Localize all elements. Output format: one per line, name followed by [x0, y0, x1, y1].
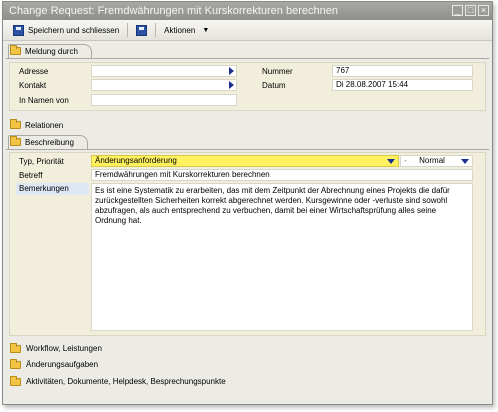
meldung-section-label: Meldung durch: [25, 46, 78, 56]
datum-value: Di 28.08.2007 15:44: [336, 80, 409, 89]
bemerkungen-textarea[interactable]: Es ist eine Systematik zu erarbeiten, da…: [91, 183, 473, 331]
in-namen-field[interactable]: [91, 94, 237, 106]
chevron-down-icon[interactable]: [387, 159, 395, 164]
aktivitaeten-section-header[interactable]: Aktivitäten, Dokumente, Helpdesk, Bespre…: [10, 375, 226, 386]
toolbar-separator: [155, 23, 157, 37]
meldung-section-header[interactable]: Meldung durch: [10, 44, 78, 58]
save-close-label: Speichern und schliessen: [28, 25, 120, 35]
arrow-right-icon[interactable]: [229, 81, 234, 89]
chevron-down-icon: ▼: [202, 26, 210, 34]
save-disk-icon: [13, 24, 24, 36]
relationen-section-header[interactable]: Relationen: [10, 118, 63, 132]
meldung-panel: Adresse Kontakt In Namen von Nummer 767 …: [9, 62, 486, 111]
actions-menu-button[interactable]: Aktionen ▼: [160, 22, 213, 39]
folder-icon: [10, 375, 21, 386]
toolbar: Speichern und schliessen Aktionen ▼: [3, 20, 492, 41]
betreff-value: Fremdwährungen mit Kurskorrekturen berec…: [95, 170, 270, 179]
workflow-section-header[interactable]: Workflow, Leistungen: [10, 342, 102, 353]
aenderungsaufgaben-section-label: Änderungsaufgaben: [26, 360, 99, 369]
adresse-field[interactable]: [91, 65, 237, 77]
beschreibung-section-header[interactable]: Beschreibung: [10, 135, 74, 149]
typ-label: Typ, Priorität: [19, 157, 64, 166]
priority-dash: -: [404, 156, 407, 165]
datum-label: Datum: [262, 81, 286, 90]
relationen-section-label: Relationen: [25, 120, 64, 130]
in-namen-label: In Namen von: [19, 96, 69, 105]
betreff-field[interactable]: Fremdwährungen mit Kurskorrekturen berec…: [91, 169, 473, 181]
beschreibung-panel: Typ, Priorität Änderungsanforderung - No…: [9, 152, 486, 336]
close-button[interactable]: ×: [478, 5, 489, 16]
folder-open-icon: [10, 45, 21, 55]
save-close-button[interactable]: Speichern und schliessen: [9, 22, 123, 39]
minimize-button[interactable]: _: [452, 5, 463, 16]
aenderungsaufgaben-section-header[interactable]: Änderungsaufgaben: [10, 358, 99, 369]
kontakt-label: Kontakt: [19, 81, 47, 90]
typ-value: Änderungsanforderung: [95, 156, 177, 165]
section-divider: [6, 149, 489, 150]
maximize-button[interactable]: □: [465, 5, 476, 16]
save-button[interactable]: [132, 22, 151, 39]
nummer-label: Nummer: [262, 67, 293, 76]
bemerkungen-value: Es ist eine Systematik zu erarbeiten, da…: [95, 186, 450, 225]
beschreibung-section-label: Beschreibung: [25, 137, 74, 147]
kontakt-field[interactable]: [91, 79, 237, 91]
toolbar-separator: [127, 23, 129, 37]
priority-select[interactable]: - Normal: [400, 155, 473, 167]
folder-icon: [10, 119, 21, 129]
arrow-right-icon[interactable]: [229, 67, 234, 75]
adresse-label: Adresse: [19, 67, 49, 76]
folder-icon: [10, 342, 21, 353]
folder-open-icon: [10, 136, 21, 146]
nummer-field: 767: [332, 65, 473, 77]
window-controls: _ □ ×: [452, 5, 489, 16]
typ-select[interactable]: Änderungsanforderung: [91, 155, 399, 167]
workflow-section-label: Workflow, Leistungen: [26, 344, 102, 353]
aktivitaeten-section-label: Aktivitäten, Dokumente, Helpdesk, Bespre…: [26, 377, 226, 386]
save-disk-icon: [136, 24, 148, 36]
title-bar[interactable]: Change Request: Fremdwährungen mit Kursk…: [3, 2, 492, 20]
folder-icon: [10, 358, 21, 369]
nummer-value: 767: [336, 66, 350, 75]
section-divider: [6, 58, 489, 59]
chevron-down-icon[interactable]: [461, 159, 469, 164]
datum-field: Di 28.08.2007 15:44: [332, 79, 473, 91]
change-request-window: Change Request: Fremdwährungen mit Kursk…: [2, 1, 493, 405]
window-title: Change Request: Fremdwährungen mit Kursk…: [9, 5, 338, 17]
bemerkungen-label: Bemerkungen: [16, 183, 89, 195]
betreff-label: Betreff: [19, 171, 43, 180]
priority-value: Normal: [419, 156, 445, 165]
actions-label: Aktionen: [164, 25, 196, 35]
